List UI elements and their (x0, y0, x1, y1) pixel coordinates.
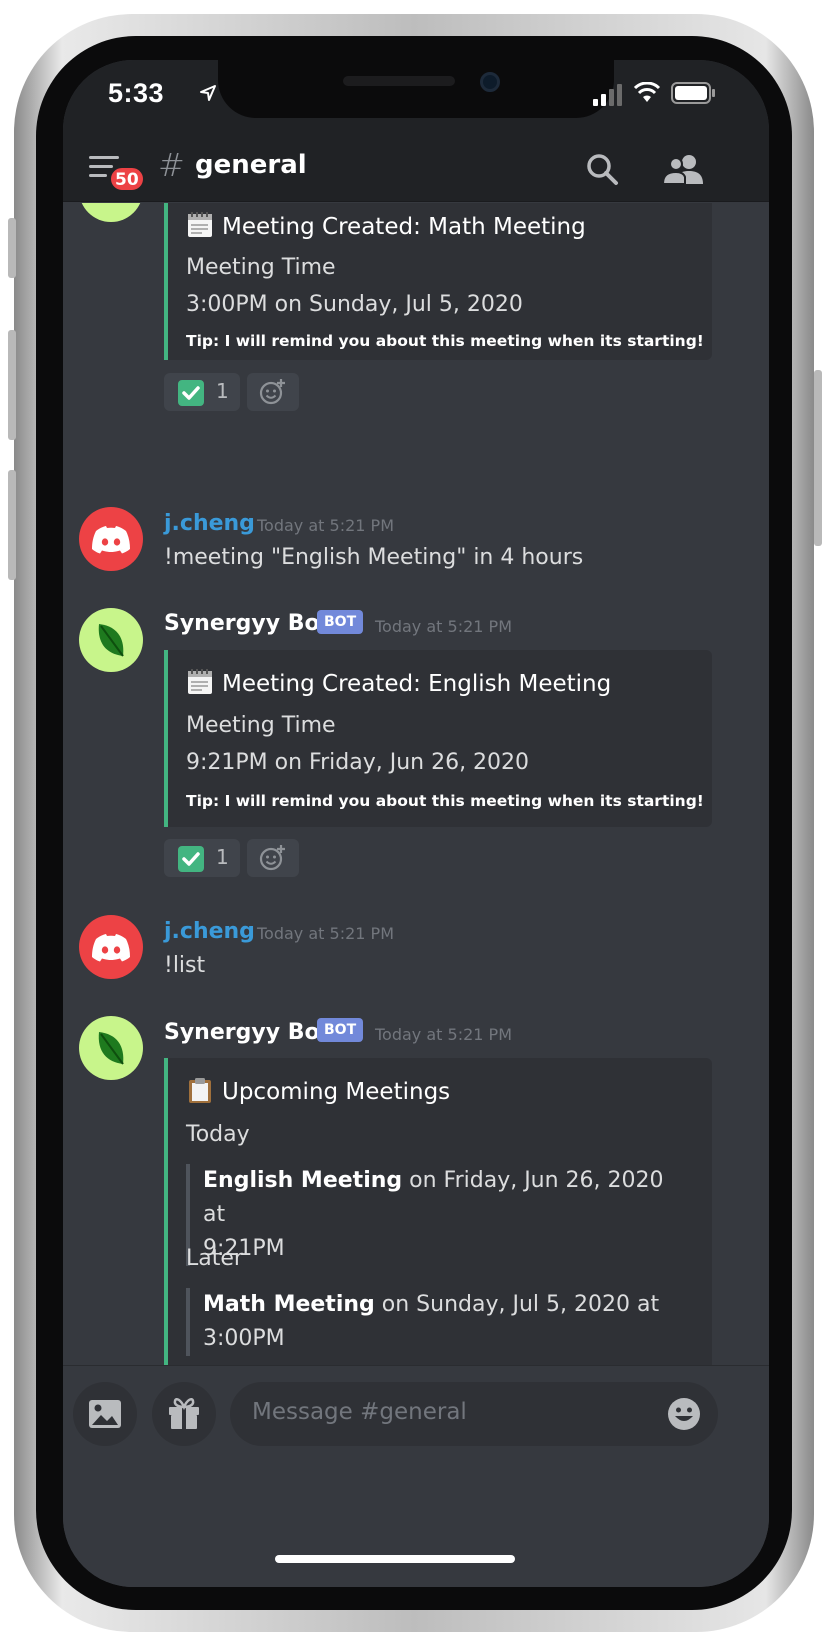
embed-title: Meeting Created: English Meeting (186, 668, 611, 697)
add-reaction-icon (259, 845, 285, 871)
mute-switch (8, 218, 16, 278)
leaf-icon (98, 624, 124, 657)
embed-title-text: Upcoming Meetings (222, 1079, 451, 1105)
bot-tag: BOT (317, 1018, 364, 1042)
status-time: 5:33 (108, 78, 165, 108)
discord-logo-icon (92, 934, 130, 962)
app-screen: 5:33 50 # general Meeting Created: Math … (63, 60, 769, 1587)
bot-tag: BOT (317, 610, 364, 634)
gift-button[interactable] (152, 1382, 216, 1446)
reaction-check[interactable]: 1 (164, 839, 240, 877)
check-mark-icon (178, 380, 204, 406)
gift-icon (169, 1398, 199, 1429)
meeting-name: English Meeting (203, 1168, 403, 1193)
embed-tip: Tip: I will remind you about this meetin… (186, 332, 704, 350)
reaction-count: 1 (216, 379, 229, 403)
meeting-time: 3:00PM (203, 1326, 285, 1351)
meeting-quote: English Meeting on Friday, Jun 26, 2020 … (186, 1164, 686, 1266)
message-author[interactable]: j.cheng (164, 919, 255, 944)
discord-logo-icon (92, 526, 130, 554)
reaction-check[interactable]: 1 (164, 373, 240, 411)
add-reaction-icon (259, 379, 285, 405)
message-input-placeholder: Message #general (252, 1399, 467, 1425)
user-avatar[interactable] (79, 915, 143, 979)
user-avatar[interactable] (79, 507, 143, 571)
speaker-grille (343, 76, 455, 86)
meeting-quote: Math Meeting on Sunday, Jul 5, 2020 at 3… (186, 1288, 686, 1356)
image-upload-button[interactable] (73, 1382, 137, 1446)
embed-tip: Tip: I will remind you about this meetin… (186, 792, 704, 810)
section-label-today: Today (186, 1122, 250, 1147)
bot-avatar[interactable] (79, 1016, 143, 1080)
add-reaction-button[interactable] (247, 373, 299, 411)
wifi-icon (633, 82, 661, 102)
battery-icon (671, 82, 715, 104)
message-timestamp: Today at 5:21 PM (375, 1025, 512, 1044)
bot-avatar[interactable] (79, 203, 143, 222)
power-button (814, 370, 822, 546)
signal-icon (593, 84, 622, 106)
message-timestamp: Today at 5:21 PM (257, 516, 394, 535)
clipboard-emoji-icon (189, 1078, 211, 1103)
front-camera (480, 72, 500, 92)
message-text: !meeting "English Meeting" in 4 hours (164, 545, 584, 570)
embed-field-name: Meeting Time (186, 713, 336, 738)
meeting-when: on Sunday, Jul 5, 2020 at (374, 1292, 660, 1317)
message-author[interactable]: Synergyy Bot (164, 611, 330, 636)
reaction-count: 1 (216, 845, 229, 869)
message-timestamp: Today at 5:21 PM (257, 924, 394, 943)
message-text: !list (164, 953, 206, 978)
meeting-name: Math Meeting (203, 1292, 375, 1317)
channel-hash-icon: # (158, 146, 185, 184)
location-arrow-icon (200, 85, 216, 101)
notch (218, 60, 614, 118)
message-author[interactable]: j.cheng (164, 511, 255, 536)
volume-down-button (8, 470, 16, 580)
embed-card: Meeting Created: Math Meeting Meeting Ti… (164, 203, 712, 360)
message-author[interactable]: Synergyy Bot (164, 1020, 330, 1045)
menu-button[interactable]: 50 (87, 148, 145, 196)
check-mark-icon (178, 846, 204, 872)
bot-avatar[interactable] (79, 608, 143, 672)
image-icon (89, 1400, 121, 1428)
embed-title-text: Meeting Created: Math Meeting (222, 214, 586, 240)
embed-title: Meeting Created: Math Meeting (186, 211, 586, 240)
message-timestamp: Today at 5:21 PM (375, 617, 512, 636)
volume-up-button (8, 330, 16, 440)
leaf-icon (98, 1032, 124, 1065)
emoji-icon[interactable] (666, 1396, 702, 1432)
embed-field-value: 3:00PM on Sunday, Jul 5, 2020 (186, 292, 523, 317)
embed-field-value: 9:21PM on Friday, Jun 26, 2020 (186, 750, 530, 775)
status-bar: 5:33 (63, 60, 769, 140)
meeting-time: 9:21PM (203, 1236, 285, 1261)
members-icon[interactable] (661, 150, 707, 190)
channel-header: 50 # general (63, 140, 769, 202)
home-indicator[interactable] (275, 1555, 515, 1563)
calendar-emoji-icon (188, 212, 212, 237)
message-input[interactable]: Message #general (230, 1382, 718, 1446)
embed-card: Meeting Created: English Meeting Meeting… (164, 650, 712, 827)
embed-card: Upcoming Meetings Today English Meeting … (164, 1058, 712, 1365)
search-icon[interactable] (583, 150, 623, 190)
embed-title-text: Meeting Created: English Meeting (222, 671, 612, 697)
embed-title: Upcoming Meetings (186, 1076, 450, 1105)
unread-badge: 50 (109, 166, 145, 192)
add-reaction-button[interactable] (247, 839, 299, 877)
calendar-emoji-icon (188, 669, 212, 694)
section-label-later: Later (186, 1246, 243, 1271)
message-composer: Message #general (63, 1365, 769, 1587)
message-list[interactable]: Meeting Created: Math Meeting Meeting Ti… (63, 203, 769, 1365)
channel-name: general (195, 150, 307, 180)
embed-field-name: Meeting Time (186, 255, 336, 280)
